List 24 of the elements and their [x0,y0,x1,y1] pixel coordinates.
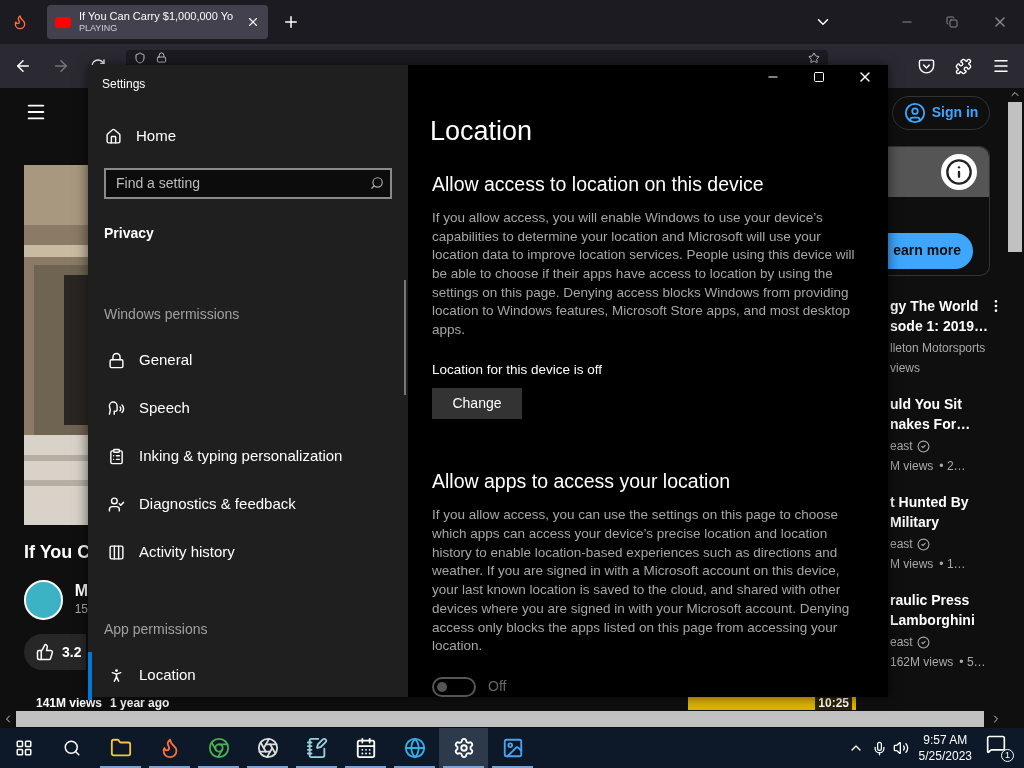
video-age: • 1… [939,556,966,573]
tab-title: If You Can Carry $1,000,000 Yo [79,10,235,22]
page-title: Location [430,115,534,149]
view-count: 162M views [890,654,954,671]
section-heading: Allow access to location on this device [432,171,765,197]
notification-count: 1 [1001,749,1014,762]
description-text: If you allow access, you will enable Windows to use your device’s capabilities to determine your location and Microsoft will use your location data to improve location services. People using this device will be able to choose if their apps have access to location by using the settings on this page. Denying access blocks Windows from providing location to Windows features, Microsoft Store apps, and most desktop apps. [432,208,856,340]
status-text: Location for this device is off [432,360,604,379]
subscriber-count: 15 [74,601,88,618]
view-count: views [890,360,920,377]
tab-status: PLAYING [79,22,119,34]
group-label: App permissions [104,619,209,639]
toggle-label: Off [488,677,507,696]
video-age: • 5… [959,654,986,671]
video-age: • 2… [939,458,966,475]
view-count: M views [890,458,934,475]
window-title: Settings [102,76,147,93]
section-heading: Allow apps to access your location [432,469,732,495]
group-label: Windows permissions [104,304,241,324]
video-age: 1 year ago [110,697,170,710]
view-count: 141M views [36,697,103,710]
section-heading: Privacy [104,223,155,243]
description-text: If you allow access, you can use the settings on this page to choose which apps can access your device’s precise location and location history to enable location-based experiences such as directions and weather. If you are signed in with a Microsoft account on this device, your last known location is saved to the cloud, and shared with other devices where you are signed in with your Microsoft account. Denying access only blocks the apps listed on this page from accessing your location. [432,506,851,656]
view-count: M views [890,556,934,573]
